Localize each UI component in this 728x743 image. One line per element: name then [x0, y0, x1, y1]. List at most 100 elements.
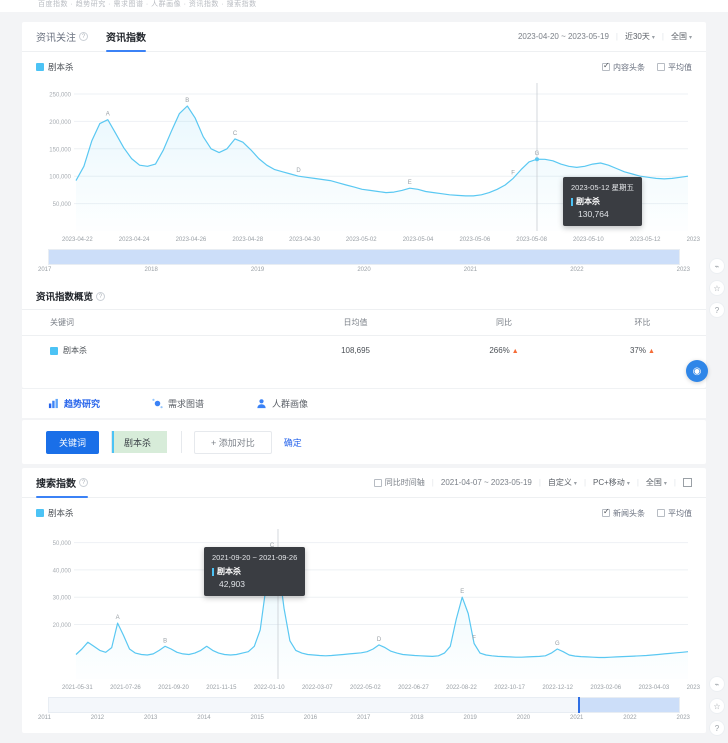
search-index-plot[interactable]: 50,00040,00030,00020,000 ABCDEFG: [36, 523, 692, 683]
help-icon[interactable]: ?: [79, 478, 88, 487]
search-timeline-handle[interactable]: [578, 697, 580, 713]
timeline-year-label: 2018: [410, 715, 423, 721]
divider: |: [674, 478, 676, 487]
feedback-fab-button[interactable]: ◉: [686, 360, 708, 382]
cell-keyword: 剧本杀: [22, 336, 282, 366]
news-timeline-track[interactable]: [48, 249, 680, 265]
keyword-tag-label[interactable]: 剧本杀: [114, 431, 167, 453]
timeline-year-label: 2023: [677, 715, 690, 721]
search-timeline-slider[interactable]: 2011201220132014201520162017201820192020…: [36, 695, 692, 729]
nav-trend-research[interactable]: 趋势研究: [48, 397, 100, 410]
help-icon[interactable]: ?: [79, 32, 88, 41]
truncated-top-bar-text: 百度指数 · 趋势研究 · 需求图谱 · 人群画像 · 资讯指数 · 搜索指数: [0, 0, 728, 10]
divider: |: [637, 478, 639, 487]
xtick-label: 2021-11-15: [206, 685, 236, 691]
xtick-label: 2023-04-03: [638, 685, 669, 691]
timeline-year-label: 2022: [623, 715, 636, 721]
checkbox-news-headline[interactable]: 新闻头条: [602, 508, 645, 519]
search-device-dropdown[interactable]: PC+移动▾: [593, 477, 630, 488]
column-yoy: 同比: [429, 310, 579, 336]
feedback-icon: ◉: [693, 366, 702, 377]
search-index-chart[interactable]: 50,00040,00030,00020,000 ABCDEFG 2021-09…: [36, 523, 692, 683]
tab-news-attention[interactable]: 资讯关注 ?: [36, 22, 88, 52]
svg-text:40,000: 40,000: [53, 568, 72, 574]
news-chart-tooltip: 2023-05-12 星期五 剧本杀 130,764: [563, 177, 642, 226]
legend-swatch-icon: [36, 63, 44, 71]
svg-text:D: D: [296, 168, 301, 174]
add-compare-button[interactable]: + 添加对比: [194, 431, 272, 454]
analysis-nav: 趋势研究 需求图谱 人群画像: [22, 388, 706, 418]
timeline-year-label: 2022: [570, 267, 583, 273]
share-icon[interactable]: ⌁: [709, 258, 725, 274]
nav-audience-profile[interactable]: 人群画像: [256, 397, 308, 410]
search-region-dropdown[interactable]: 全国▾: [646, 477, 667, 488]
xtick-label: 2023-05-04: [403, 237, 434, 243]
chart-bar-icon: [48, 398, 59, 409]
search-timeline-track[interactable]: [48, 697, 680, 713]
help-icon[interactable]: ?: [709, 720, 725, 736]
keyword-tag-group[interactable]: 剧本杀: [111, 431, 182, 453]
svg-text:250,000: 250,000: [49, 93, 71, 99]
svg-text:B: B: [163, 638, 167, 644]
chevron-down-icon: ▾: [652, 35, 655, 41]
help-icon[interactable]: ?: [709, 302, 725, 318]
news-date-range[interactable]: 2023-04-20 ~ 2023-05-19: [518, 32, 609, 41]
checkbox-average[interactable]: 平均值: [657, 62, 692, 73]
svg-text:50,000: 50,000: [53, 541, 72, 547]
checkbox-average-label: 平均值: [668, 508, 692, 519]
checkbox-compare-axis[interactable]: 同比时间轴: [374, 477, 425, 488]
xtick-label: 2023: [687, 237, 700, 243]
news-range-preset-dropdown[interactable]: 近30天▾: [625, 31, 655, 42]
svg-text:E: E: [408, 180, 412, 186]
xtick-label: 2023-05-10: [573, 237, 604, 243]
checkbox-average[interactable]: 平均值: [657, 508, 692, 519]
legend-label: 剧本杀: [48, 61, 74, 73]
xtick-label: 2022-08-22: [446, 685, 477, 691]
checkbox-content-headline[interactable]: 内容头条: [602, 62, 645, 73]
tooltip-value: 42,903: [212, 578, 297, 590]
search-date-range[interactable]: 2021-04-07 ~ 2023-05-19: [441, 478, 532, 487]
open-external-icon[interactable]: [683, 478, 692, 487]
svg-text:F: F: [511, 170, 515, 176]
help-icon[interactable]: ?: [96, 292, 105, 301]
divider: |: [432, 478, 434, 487]
divider: |: [584, 478, 586, 487]
favorite-icon[interactable]: ☆: [709, 280, 725, 296]
tab-search-index[interactable]: 搜索指数 ?: [36, 468, 88, 498]
checkbox-news-headline-label: 新闻头条: [613, 508, 645, 519]
news-region-label: 全国: [671, 32, 687, 41]
xtick-label: 2023-02-06: [590, 685, 621, 691]
share-icon[interactable]: ⌁: [709, 676, 725, 692]
series-swatch-icon: [50, 347, 58, 355]
confirm-link[interactable]: 确定: [284, 436, 302, 449]
news-region-dropdown[interactable]: 全国▾: [671, 31, 692, 42]
search-region-label: 全国: [646, 478, 662, 487]
legend-item-keyword[interactable]: 剧本杀: [36, 61, 74, 73]
search-range-preset-dropdown[interactable]: 自定义▾: [548, 477, 577, 488]
truncated-top-bar: 百度指数 · 趋势研究 · 需求图谱 · 人群画像 · 资讯指数 · 搜索指数: [0, 0, 728, 12]
news-filters: 2023-04-20 ~ 2023-05-19 | 近30天▾ | 全国▾: [518, 31, 692, 42]
column-mom: 环比: [579, 310, 706, 336]
timeline-year-label: 2017: [357, 715, 370, 721]
trend-up-icon: ▲: [648, 348, 655, 355]
tab-news-index[interactable]: 资讯指数: [106, 22, 146, 52]
svg-text:A: A: [116, 615, 120, 621]
nav-demand-graph[interactable]: 需求图谱: [152, 397, 204, 410]
tooltip-key: 剧本杀: [576, 196, 600, 208]
legend-item-keyword[interactable]: 剧本杀: [36, 507, 74, 519]
nav-audience-profile-label: 人群画像: [272, 397, 308, 410]
news-index-chart[interactable]: 250,000200,000150,000100,00050,000 ABCDE…: [36, 77, 692, 235]
news-chart-xaxis: 2023-04-222023-04-242023-04-262023-04-28…: [22, 235, 706, 243]
keyword-type-button[interactable]: 关键词: [46, 431, 99, 454]
svg-text:F: F: [472, 636, 476, 642]
search-timeline-selection[interactable]: [578, 698, 679, 712]
xtick-label: 2023-05-12: [630, 237, 661, 243]
checkbox-icon: [657, 63, 665, 71]
tooltip-key: 剧本杀: [217, 566, 241, 578]
xtick-label: 2022-05-02: [350, 685, 381, 691]
search-device-label: PC+移动: [593, 478, 625, 487]
news-timeline-slider[interactable]: 2017201820192020202120222023: [36, 247, 692, 281]
favorite-icon[interactable]: ☆: [709, 698, 725, 714]
xtick-label: 2023-05-06: [459, 237, 490, 243]
news-timeline-selection[interactable]: [49, 250, 679, 264]
